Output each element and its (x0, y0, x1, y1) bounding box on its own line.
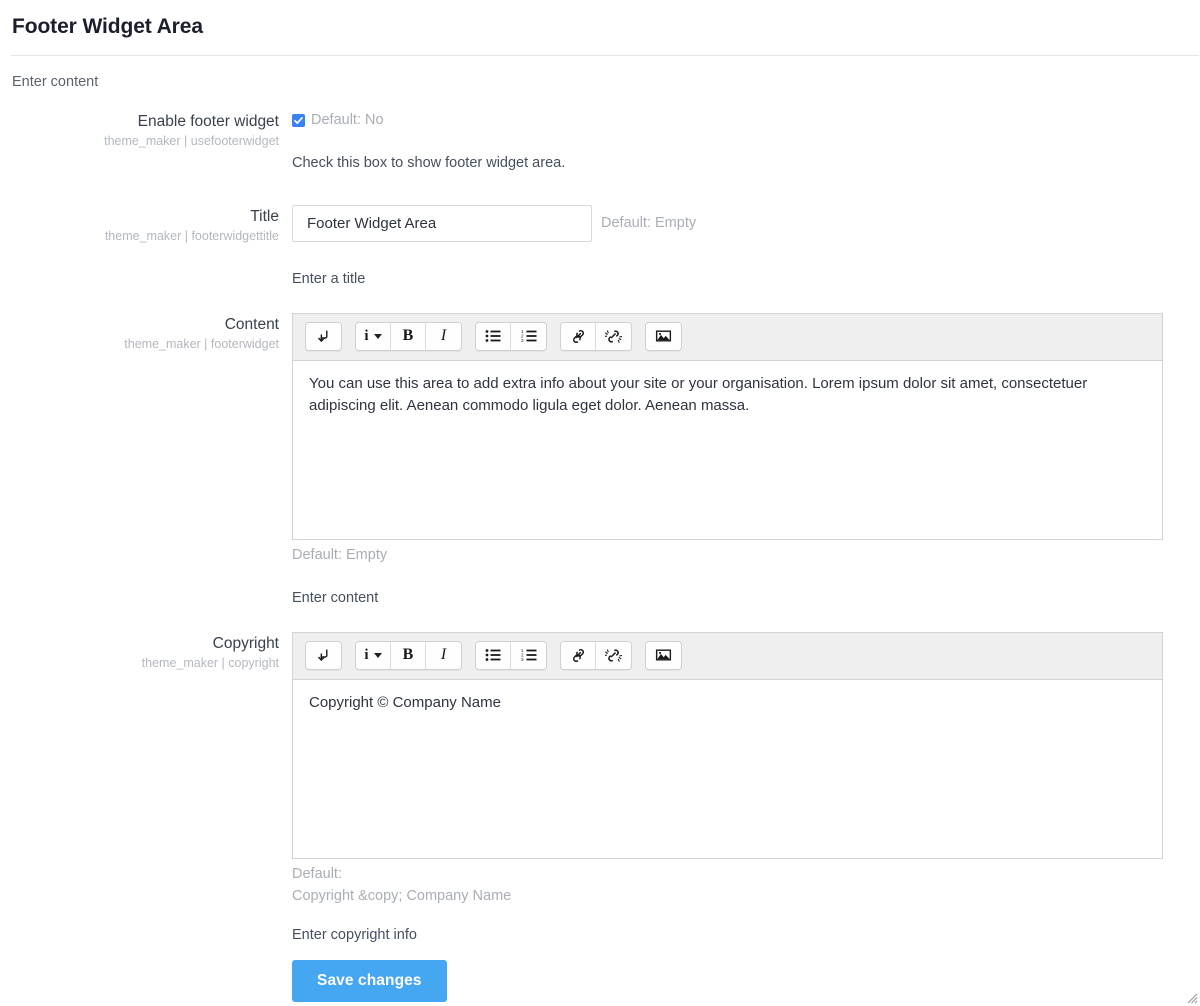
toolbar-group-linebreak (305, 322, 342, 351)
italic-icon: I (441, 647, 446, 663)
section-intro-text: Enter content (0, 56, 1200, 98)
copyright-label: Copyright (0, 634, 279, 653)
unlink-button[interactable] (596, 642, 631, 669)
chevron-down-icon (374, 653, 382, 658)
field-control-col: i B I (292, 313, 1200, 608)
content-default-note: Default: Empty (292, 545, 1200, 565)
link-button[interactable] (561, 642, 596, 669)
unlink-icon (605, 648, 622, 663)
field-label-col: Content theme_maker | footerwidget (0, 313, 292, 353)
copyright-default-note-line2: Copyright &copy; Company Name (292, 886, 1200, 906)
title-input[interactable] (292, 205, 592, 242)
image-button[interactable] (646, 323, 681, 350)
field-row-enable-footer-widget: Enable footer widget theme_maker | usefo… (0, 110, 1200, 173)
page-header: Footer Widget Area (0, 0, 1200, 55)
italic-icon: I (441, 328, 446, 344)
copyright-key: theme_maker | copyright (0, 655, 279, 672)
title-default-note: Default: Empty (601, 214, 696, 233)
enable-footer-widget-control: Default: No (292, 110, 1200, 130)
italic-button[interactable]: I (426, 323, 461, 350)
toolbar-group-links (560, 322, 632, 351)
toolbar-group-image (645, 641, 682, 670)
line-break-button[interactable] (306, 323, 341, 350)
svg-text:3: 3 (521, 338, 524, 343)
checkmark-icon (292, 114, 305, 127)
italic-button[interactable]: I (426, 642, 461, 669)
svg-text:3: 3 (521, 657, 524, 662)
format-info-button[interactable]: i (356, 323, 391, 350)
enable-footer-widget-key: theme_maker | usefooterwidget (0, 133, 279, 150)
content-editor-body[interactable]: You can use this area to add extra info … (293, 361, 1162, 539)
link-icon (570, 648, 587, 663)
enable-footer-widget-default-note: Default: No (311, 111, 384, 130)
line-break-icon (316, 648, 331, 663)
field-control-col: Default: No Check this box to show foote… (292, 110, 1200, 173)
copyright-rich-text-editor: i B I (292, 632, 1163, 859)
toolbar-group-lists: 1 2 3 (475, 322, 547, 351)
copyright-editor-toolbar: i B I (293, 633, 1162, 680)
content-key: theme_maker | footerwidget (0, 336, 279, 353)
bulleted-list-icon (485, 648, 501, 662)
format-info-icon: i (364, 329, 368, 344)
copyright-help: Enter copyright info (292, 926, 1200, 945)
image-button[interactable] (646, 642, 681, 669)
field-row-content: Content theme_maker | footerwidget i (0, 313, 1200, 608)
line-break-icon (316, 329, 331, 344)
image-icon (655, 329, 672, 343)
unlink-icon (605, 329, 622, 344)
image-icon (655, 648, 672, 662)
toolbar-group-links (560, 641, 632, 670)
unlink-button[interactable] (596, 323, 631, 350)
save-changes-button[interactable]: Save changes (292, 960, 447, 1002)
field-control-col: i B I (292, 632, 1200, 1002)
title-key: theme_maker | footerwidgettitle (0, 228, 279, 245)
toolbar-group-linebreak (305, 641, 342, 670)
toolbar-group-format: i B I (355, 641, 462, 670)
field-label-col: Title theme_maker | footerwidgettitle (0, 205, 292, 245)
toolbar-group-lists: 1 2 3 (475, 641, 547, 670)
numbered-list-button[interactable]: 1 2 3 (511, 323, 546, 350)
toolbar-group-format: i B I (355, 322, 462, 351)
numbered-list-icon: 1 2 3 (521, 329, 537, 343)
enable-footer-widget-help: Check this box to show footer widget are… (292, 154, 1200, 173)
bulleted-list-button[interactable] (476, 642, 511, 669)
bold-icon: B (403, 647, 414, 663)
field-label-col: Enable footer widget theme_maker | usefo… (0, 110, 292, 150)
numbered-list-icon: 1 2 3 (521, 648, 537, 662)
title-label: Title (0, 207, 279, 226)
copyright-editor-resize-handle[interactable] (1186, 992, 1198, 1004)
bulleted-list-button[interactable] (476, 323, 511, 350)
content-rich-text-editor: i B I (292, 313, 1163, 540)
copyright-default-note-line1: Default: (292, 864, 1200, 884)
copyright-editor-body[interactable]: Copyright © Company Name (293, 680, 1162, 858)
field-control-col: Default: Empty Enter a title (292, 205, 1200, 289)
title-control: Default: Empty (292, 205, 1200, 242)
bulleted-list-icon (485, 329, 501, 343)
link-button[interactable] (561, 323, 596, 350)
page-title: Footer Widget Area (12, 14, 1200, 39)
bold-button[interactable]: B (391, 642, 426, 669)
field-label-col: Copyright theme_maker | copyright (0, 632, 292, 672)
chevron-down-icon (374, 334, 382, 339)
toolbar-group-image (645, 322, 682, 351)
content-label: Content (0, 315, 279, 334)
format-info-button[interactable]: i (356, 642, 391, 669)
enable-footer-widget-checkbox[interactable] (292, 114, 305, 127)
title-help: Enter a title (292, 270, 1200, 289)
line-break-button[interactable] (306, 642, 341, 669)
content-editor-toolbar: i B I (293, 314, 1162, 361)
bold-button[interactable]: B (391, 323, 426, 350)
enable-footer-widget-label: Enable footer widget (0, 112, 279, 131)
field-row-copyright: Copyright theme_maker | copyright i (0, 632, 1200, 1002)
content-help: Enter content (292, 589, 1200, 608)
field-row-title: Title theme_maker | footerwidgettitle De… (0, 205, 1200, 289)
link-icon (570, 329, 587, 344)
format-info-icon: i (364, 648, 368, 663)
numbered-list-button[interactable]: 1 2 3 (511, 642, 546, 669)
bold-icon: B (403, 328, 414, 344)
